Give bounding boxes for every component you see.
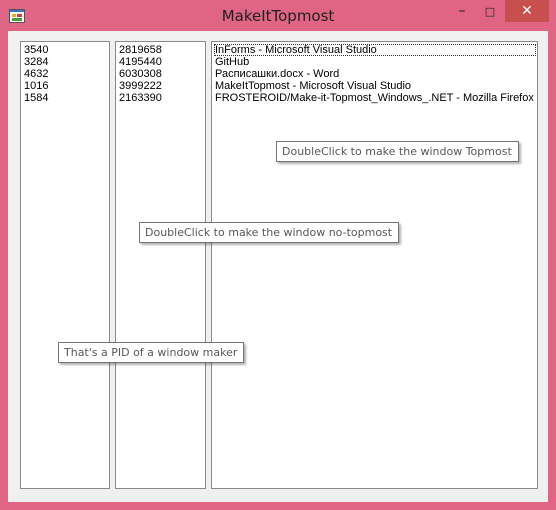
topmost-tooltip: DoubleClick to make the window Topmost	[276, 141, 519, 162]
window-title-item[interactable]: MakeItTopmost - Microsoft Visual Studio	[214, 80, 536, 92]
app-window: MakeItTopmost – □ ✕ 3540 3284 4632 1016 …	[0, 0, 556, 510]
window-handle-item[interactable]: 3999222	[118, 80, 204, 92]
pid-item[interactable]: 3284	[23, 56, 108, 68]
window-handle-item[interactable]: 2163390	[118, 92, 204, 104]
pid-item[interactable]: 1016	[23, 80, 108, 92]
window-handle-item[interactable]: 6030308	[118, 68, 204, 80]
pid-item[interactable]: 1584	[23, 92, 108, 104]
pid-tooltip: That's a PID of a window maker	[58, 342, 245, 363]
pid-item[interactable]: 4632	[23, 68, 108, 80]
maximize-button[interactable]: □	[476, 0, 504, 22]
window-handle-item[interactable]: 2819658	[118, 44, 204, 56]
pid-listbox[interactable]: 3540 3284 4632 1016 1584	[20, 41, 110, 489]
window-title-listbox[interactable]: InForms - Microsoft Visual Studio GitHub…	[211, 41, 538, 489]
window-title-item[interactable]: FROSTEROID/Make-it-Topmost_Windows_.NET …	[214, 92, 536, 104]
close-button[interactable]: ✕	[505, 0, 549, 22]
minimize-button[interactable]: –	[449, 0, 475, 22]
window-title-item[interactable]: GitHub	[214, 56, 536, 68]
window-handle-listbox[interactable]: 2819658 4195440 6030308 3999222 2163390	[115, 41, 206, 489]
no-topmost-tooltip: DoubleClick to make the window no-topmos…	[139, 222, 400, 243]
window-handle-item[interactable]: 4195440	[118, 56, 204, 68]
pid-item[interactable]: 3540	[23, 44, 108, 56]
window-title-item[interactable]: InForms - Microsoft Visual Studio	[214, 44, 536, 56]
client-area: 3540 3284 4632 1016 1584 2819658 4195440…	[8, 31, 548, 502]
title-bar[interactable]: MakeItTopmost – □ ✕	[0, 0, 556, 32]
window-title-item[interactable]: Расписашки.docx - Word	[214, 68, 536, 80]
